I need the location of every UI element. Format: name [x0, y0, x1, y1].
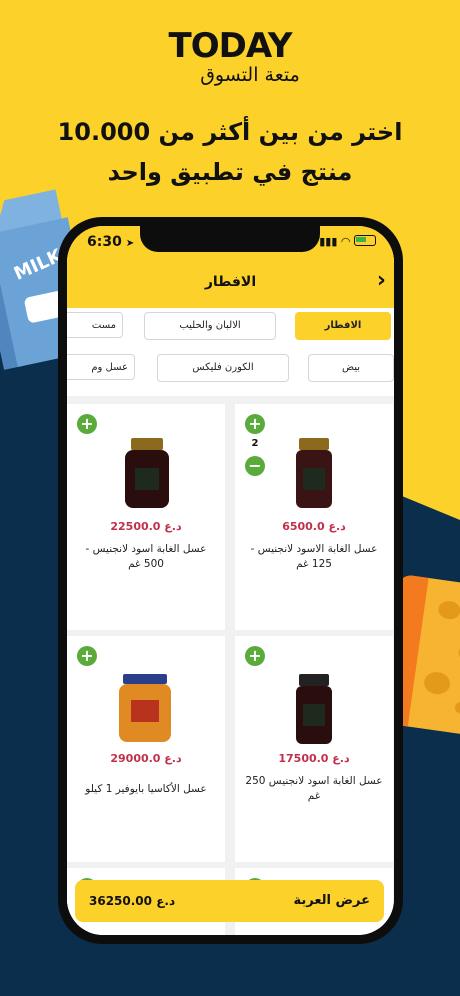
- promo-headline: اختر من بين أكثر من 10.000 منتج في تطبيق…: [0, 112, 460, 192]
- product-price: 22500.0 د.ع: [110, 520, 182, 533]
- category-chip-cornflakes[interactable]: الكورن فليكس: [157, 354, 289, 382]
- chevron-right-icon[interactable]: ›: [377, 268, 386, 294]
- product-price: 29000.0 د.ع: [110, 752, 182, 765]
- brand-logo: TODAY متعة التسوق: [0, 26, 460, 86]
- product-card[interactable]: + 17500.0 د.ع عسل الغابة اسود لانجنيس 25…: [235, 636, 393, 862]
- category-chip-breakfast[interactable]: الافطار: [295, 312, 391, 340]
- product-card[interactable]: + 22500.0 د.ع عسل الغابة اسود لانجنيس - …: [67, 404, 225, 630]
- page-title: الافطار: [204, 274, 257, 290]
- product-name: عسل الغابة اسود لانجنيس - 500 غم: [85, 543, 207, 570]
- signal-icon: ▮▮▮: [319, 235, 338, 248]
- view-cart-label: عرض العربة: [293, 893, 370, 908]
- top-navbar: الافطار ›: [67, 256, 394, 308]
- remove-button[interactable]: −: [245, 456, 265, 476]
- product-price: 6500.0 د.ع: [282, 520, 346, 533]
- headline-line-1: اختر من بين أكثر من 10.000: [57, 118, 403, 146]
- logo-tagline: متعة التسوق: [200, 64, 300, 86]
- add-button[interactable]: +: [245, 646, 265, 666]
- phone-notch: [140, 226, 320, 252]
- product-card[interactable]: + 29000.0 د.ع عسل الأكاسيا بايوفير 1 كيل…: [67, 636, 225, 862]
- app-screen: 6:30 ➤ ▮▮▮ ◠ الافطار › الافطار الالبان وا…: [67, 226, 394, 935]
- status-time: 6:30: [87, 234, 122, 250]
- honey-jar-acacia: [119, 674, 171, 742]
- product-name: عسل الغابة اسود لانجنيس 250 غم: [245, 775, 383, 802]
- product-card[interactable]: + 2 − 6500.0 د.ع عسل الغابة الاسود لانجن…: [235, 404, 393, 630]
- product-name: عسل الأكاسيا بايوفير 1 كيلو: [85, 783, 207, 795]
- honey-jar-dark-large: [125, 438, 169, 508]
- honey-jar-dark-small: [296, 438, 332, 508]
- battery-icon: [354, 235, 376, 246]
- quantity-count: 2: [251, 438, 259, 449]
- product-price: 17500.0 د.ع: [278, 752, 350, 765]
- category-chip-eggs[interactable]: بيض: [308, 354, 394, 382]
- add-button[interactable]: +: [77, 414, 97, 434]
- logo-wordmark: TODAY: [0, 26, 460, 66]
- cart-total: 36250.00 د.ع: [89, 894, 176, 908]
- view-cart-bar[interactable]: عرض العربة 36250.00 د.ع: [75, 880, 384, 922]
- phone-frame: 6:30 ➤ ▮▮▮ ◠ الافطار › الافطار الالبان وا…: [58, 217, 403, 944]
- category-chip-dairy[interactable]: الالبان والحليب: [144, 312, 276, 340]
- wifi-icon: ◠: [340, 235, 351, 248]
- location-arrow-icon: ➤: [125, 238, 135, 249]
- add-button[interactable]: +: [245, 414, 265, 434]
- logo-text: TODAY: [168, 26, 293, 66]
- category-chip-honey-partial[interactable]: عسل وم: [67, 354, 135, 380]
- category-chip-partial[interactable]: مست: [67, 312, 123, 338]
- honey-jar-dark-medium: [296, 674, 332, 744]
- add-button[interactable]: +: [77, 646, 97, 666]
- product-name: عسل الغابة الاسود لانجنيس - 125 غم: [250, 543, 378, 570]
